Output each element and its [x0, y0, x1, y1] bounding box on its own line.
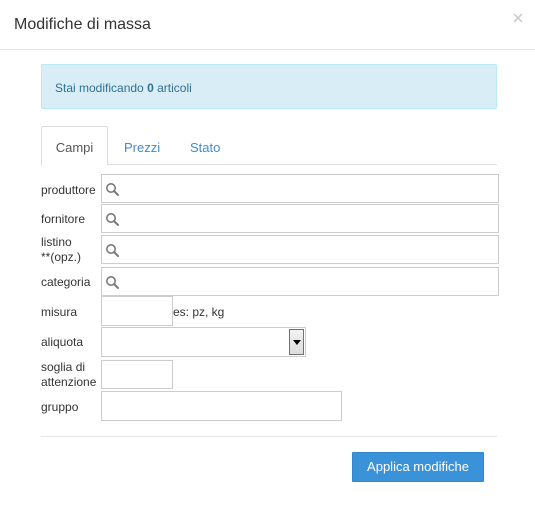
tab-stato[interactable]: Stato: [189, 126, 229, 165]
alert-prefix: Stai modificando: [55, 81, 144, 95]
triangle-down-icon: [293, 340, 301, 345]
info-alert: Stai modificando 0 articoli: [41, 64, 497, 109]
gruppo-input[interactable]: [101, 391, 342, 421]
search-icon: [106, 244, 119, 257]
modal-header: Modifiche di massa: [0, 0, 535, 50]
tab-campi[interactable]: Campi: [41, 126, 108, 166]
aliquota-select[interactable]: [101, 327, 306, 357]
misura-hint: es: pz, kg: [173, 305, 225, 319]
misura-input[interactable]: [101, 296, 173, 326]
listino-label: listino **(opz.): [41, 235, 81, 265]
fornitore-label: fornitore: [41, 212, 86, 226]
produttore-label: produttore: [41, 183, 96, 197]
soglia-input[interactable]: [101, 360, 173, 389]
categoria-search-field: [101, 267, 499, 296]
footer-divider: [41, 436, 497, 437]
soglia-label-line2: attenzione: [41, 375, 97, 389]
produttore-search-field: [101, 174, 499, 203]
search-icon: [106, 213, 119, 226]
apply-changes-button[interactable]: Applica modifiche: [352, 452, 484, 482]
listino-search-field: [101, 235, 499, 264]
aliquota-label: aliquota: [41, 335, 84, 349]
close-icon: [513, 13, 523, 23]
search-icon: [106, 183, 119, 196]
gruppo-label: gruppo: [41, 400, 79, 414]
tab-bar: Campi Prezzi Stato: [41, 126, 497, 166]
alert-suffix: articoli: [157, 81, 192, 95]
categoria-input[interactable]: [122, 268, 496, 295]
fornitore-input[interactable]: [122, 205, 496, 232]
alert-count: 0: [147, 81, 154, 95]
soglia-label: soglia di attenzione: [41, 360, 96, 390]
tab-prezzi[interactable]: Prezzi: [123, 126, 163, 165]
listino-input[interactable]: [122, 236, 496, 263]
produttore-input[interactable]: [122, 175, 496, 202]
dropdown-arrow-button[interactable]: [289, 329, 304, 355]
soglia-label-line1: soglia di: [41, 360, 86, 374]
categoria-label: categoria: [41, 275, 91, 289]
misura-label: misura: [41, 305, 78, 319]
search-icon: [106, 276, 119, 289]
listino-label-line1: listino: [41, 235, 72, 249]
modal-title: Modifiche di massa: [14, 16, 151, 33]
fornitore-search-field: [101, 204, 499, 233]
close-button[interactable]: [511, 11, 525, 25]
bulk-edit-modal: Modifiche di massa Stai modificando 0 ar…: [0, 0, 535, 526]
listino-label-line2: **(opz.): [41, 250, 82, 264]
